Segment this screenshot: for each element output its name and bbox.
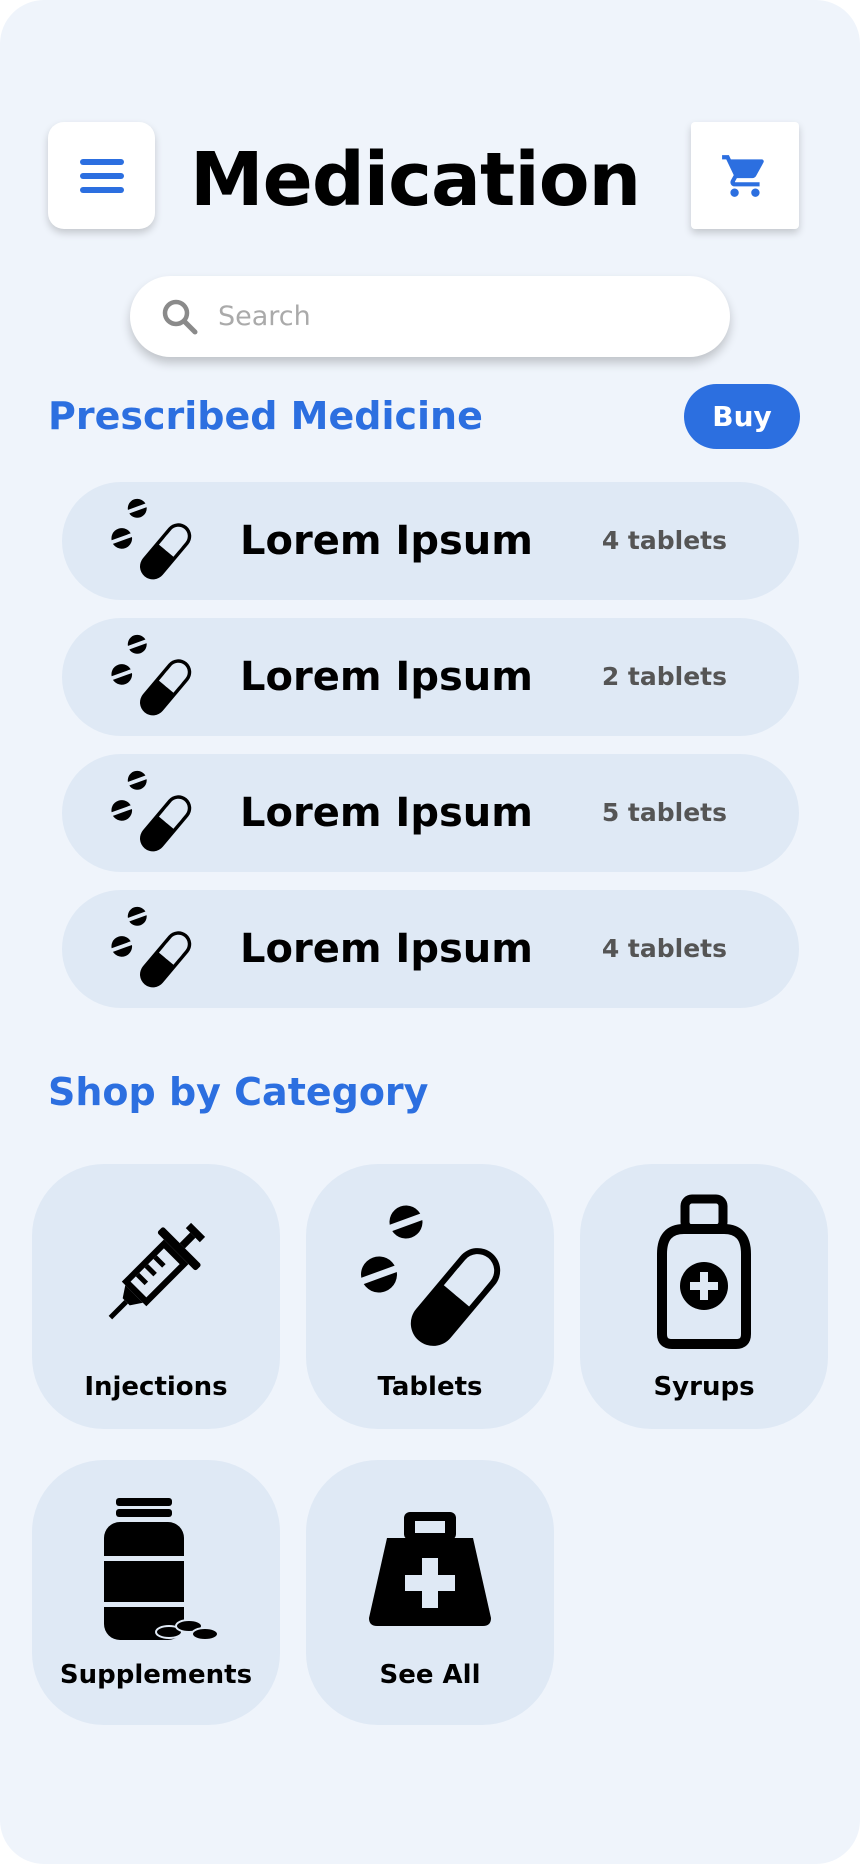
pills-icon — [109, 498, 192, 580]
buy-button[interactable]: Buy — [684, 384, 800, 449]
medicine-quantity: 4 tablets — [601, 934, 727, 963]
category-injections[interactable]: Injections — [32, 1164, 280, 1429]
medicine-row[interactable]: Lorem Ipsum 5 tablets — [62, 754, 799, 872]
pills-icon — [109, 770, 192, 852]
hamburger-menu-icon — [79, 158, 124, 193]
medicine-row[interactable]: Lorem Ipsum 2 tablets — [62, 618, 799, 736]
category-tablets[interactable]: Tablets — [306, 1164, 554, 1429]
app-screen: Medication Prescribed Medicine Buy Lorem — [0, 0, 860, 1864]
cart-button[interactable] — [691, 122, 799, 229]
menu-button[interactable] — [48, 122, 155, 229]
category-label: Syrups — [653, 1372, 755, 1402]
shopping-cart-icon — [722, 154, 764, 197]
category-label: Supplements — [59, 1660, 253, 1690]
syringe-icon — [108, 1222, 206, 1320]
page-title: Medication — [190, 137, 641, 223]
category-label: Injections — [84, 1372, 228, 1402]
medicine-quantity: 2 tablets — [601, 662, 727, 691]
syrup-bottle-icon — [657, 1194, 751, 1349]
prescribed-section-title: Prescribed Medicine — [48, 394, 483, 438]
category-supplements[interactable]: Supplements — [32, 1460, 280, 1725]
category-label: Tablets — [377, 1372, 483, 1402]
medical-bag-icon — [369, 1512, 491, 1626]
medicine-name: Lorem Ipsum — [240, 926, 533, 972]
pills-icon — [358, 1205, 501, 1346]
medicine-name: Lorem Ipsum — [240, 790, 533, 836]
medicine-row[interactable]: Lorem Ipsum 4 tablets — [62, 890, 799, 1008]
medicine-name: Lorem Ipsum — [240, 518, 533, 564]
pills-icon — [109, 634, 192, 716]
medicine-quantity: 5 tablets — [601, 798, 727, 827]
pills-icon — [109, 906, 192, 988]
category-section-title: Shop by Category — [48, 1070, 429, 1114]
medicine-name: Lorem Ipsum — [240, 654, 533, 700]
medicine-row[interactable]: Lorem Ipsum 4 tablets — [62, 482, 799, 600]
medicine-quantity: 4 tablets — [601, 526, 727, 555]
search-input[interactable] — [216, 300, 700, 333]
category-syrups[interactable]: Syrups — [580, 1164, 828, 1429]
search-bar[interactable] — [130, 276, 730, 357]
category-see-all[interactable]: See All — [306, 1460, 554, 1725]
search-icon — [160, 297, 200, 337]
supplement-jar-icon — [104, 1498, 219, 1641]
category-label: See All — [379, 1660, 481, 1690]
